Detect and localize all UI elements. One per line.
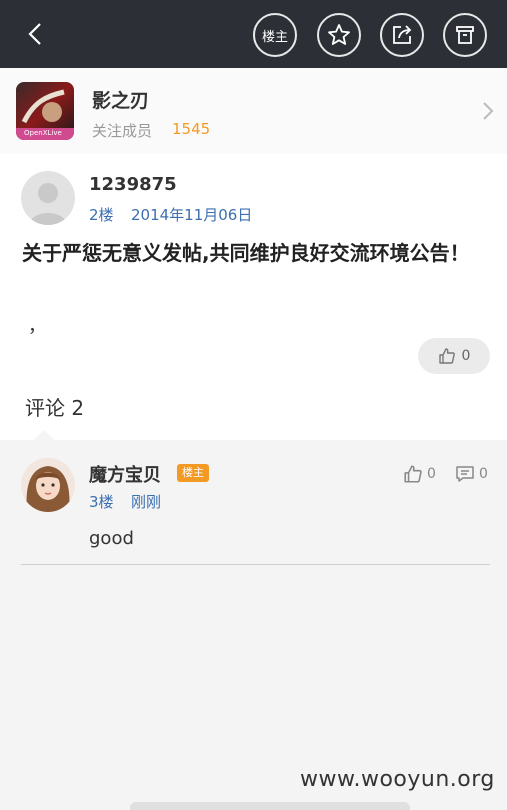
comment-time: 刚刚 — [131, 493, 162, 511]
comment-reply-count: 0 — [479, 466, 488, 482]
comment-item: 魔方宝贝 楼主 3楼 刚刚 0 0 good — [0, 440, 507, 570]
chevron-right-icon — [483, 102, 494, 120]
comments-header: 评论 2 — [25, 396, 85, 420]
post-floor: 2楼 — [89, 206, 114, 224]
back-button[interactable] — [20, 18, 52, 50]
post-author[interactable]: 1239875 — [89, 174, 177, 195]
share-icon — [393, 25, 412, 44]
forum-header[interactable]: OpenXLive 影之刃 关注成员 1545 — [0, 68, 507, 154]
author-avatar[interactable] — [21, 171, 75, 225]
comment-text: good — [89, 528, 134, 549]
divider — [21, 564, 490, 565]
watermark: www.wooyun.org — [300, 767, 495, 792]
favorite-button[interactable] — [317, 13, 361, 57]
top-navigation-bar: 楼主 — [0, 0, 507, 68]
bottom-handle — [130, 802, 410, 810]
comment-bubble-icon — [456, 466, 474, 482]
post-title: 关于严惩无意义发帖,共同维护良好交流环境公告！ — [22, 241, 470, 265]
star-icon — [328, 24, 350, 45]
forum-logo: OpenXLive — [16, 82, 74, 140]
post-like-button[interactable]: 0 — [418, 338, 490, 374]
thumbs-up-icon — [404, 465, 422, 483]
follow-label: 关注成员 — [92, 122, 153, 140]
back-chevron-icon — [28, 23, 41, 45]
post-body: ， — [28, 316, 46, 337]
delete-icon — [456, 26, 474, 44]
follow-count: 1545 — [172, 120, 211, 138]
owner-only-label: 楼主 — [261, 29, 288, 45]
comment-reply-button[interactable]: 0 — [455, 464, 488, 484]
share-button[interactable] — [380, 13, 424, 57]
default-avatar-icon — [29, 183, 67, 225]
comment-like-button[interactable]: 0 — [403, 464, 436, 484]
post-like-count: 0 — [461, 348, 471, 364]
thumbs-up-icon — [438, 348, 455, 364]
comment-like-count: 0 — [427, 466, 436, 482]
post: 1239875 2楼 2014年11月06日 关于严惩无意义发帖,共同维护良好交… — [0, 154, 507, 440]
commenter-avatar[interactable] — [21, 458, 75, 512]
post-date: 2014年11月06日 — [131, 206, 253, 224]
section-notch — [34, 430, 54, 440]
forum-logo-text: OpenXLive — [24, 129, 62, 137]
owner-badge: 楼主 — [177, 464, 209, 482]
comment-floor: 3楼 — [89, 493, 114, 511]
delete-button[interactable] — [443, 13, 487, 57]
forum-name: 影之刃 — [92, 90, 150, 112]
owner-only-button[interactable]: 楼主 — [253, 13, 297, 57]
comment-author[interactable]: 魔方宝贝 — [89, 461, 161, 487]
